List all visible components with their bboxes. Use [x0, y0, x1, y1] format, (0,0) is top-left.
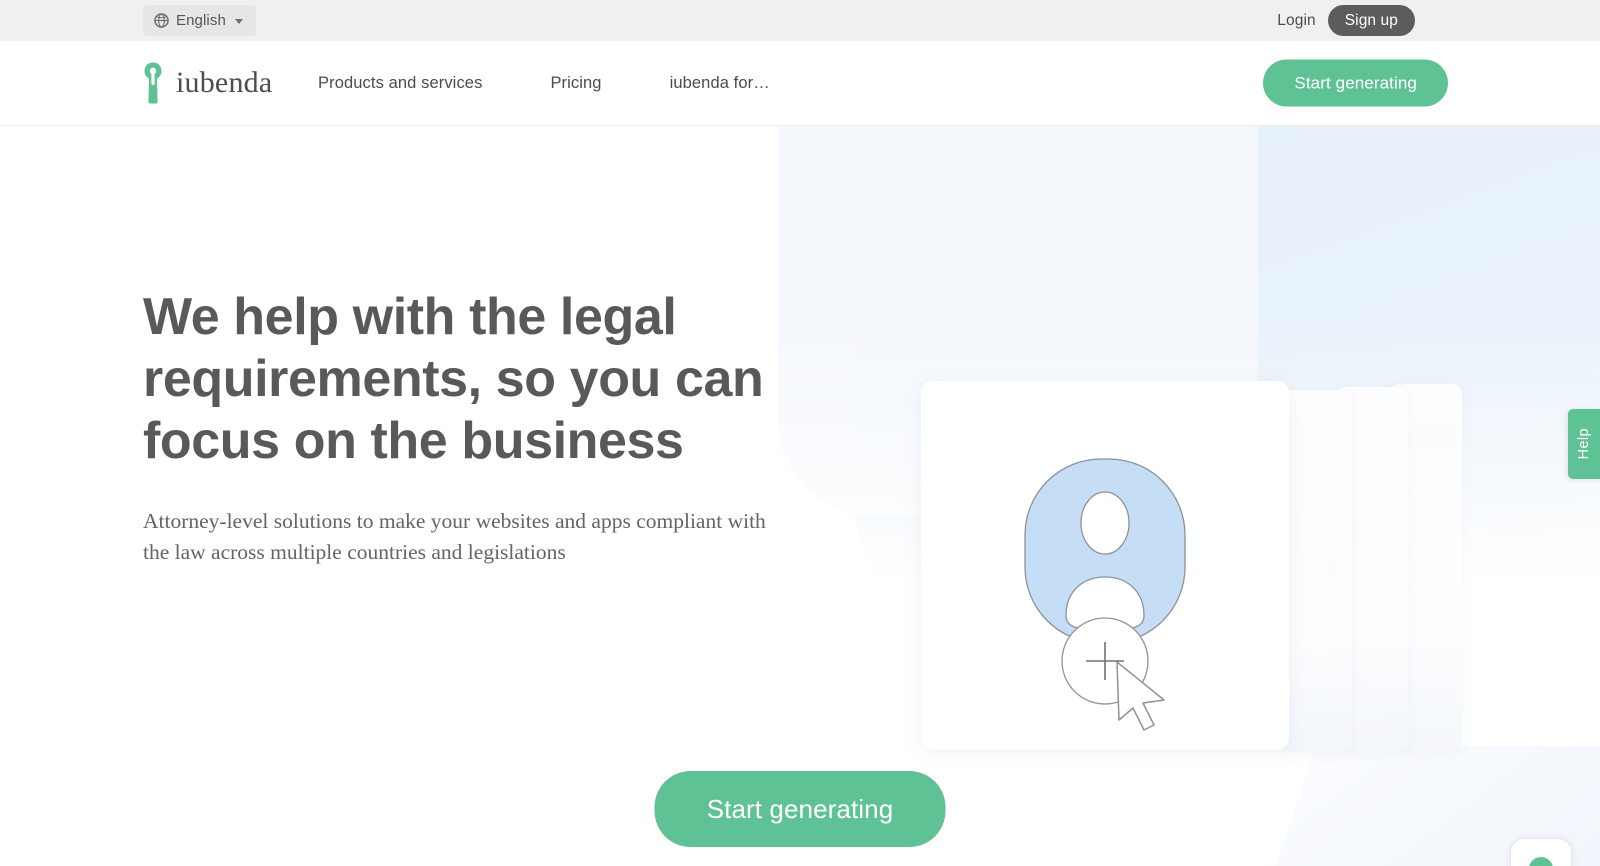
- page-sheet: [1280, 390, 1352, 752]
- help-tab[interactable]: Help: [1568, 409, 1600, 479]
- help-tab-label: Help: [1576, 428, 1592, 460]
- hero-start-generating-button[interactable]: Start generating: [654, 771, 946, 847]
- top-utility-bar: English Login Sign up: [0, 0, 1600, 41]
- add-user-card-illustration: [921, 381, 1289, 749]
- header-start-generating-button[interactable]: Start generating: [1263, 59, 1448, 107]
- globe-icon: [154, 13, 169, 28]
- site-header: iubenda Products and services Pricing iu…: [0, 41, 1600, 126]
- main-navigation: Products and services Pricing iubenda fo…: [318, 41, 838, 126]
- topbar-account-actions: Login Sign up: [1277, 0, 1415, 41]
- nav-item-iubenda-for[interactable]: iubenda for…: [670, 74, 770, 93]
- card-illustration-art: [1024, 458, 1186, 731]
- logo[interactable]: iubenda: [143, 61, 272, 105]
- hero-subtitle: Attorney-level solutions to make your we…: [143, 509, 766, 564]
- chat-widget-button[interactable]: [1510, 838, 1572, 866]
- hero-copy: We help with the legal requirements, so …: [143, 286, 783, 568]
- nav-item-pricing[interactable]: Pricing: [550, 74, 601, 93]
- page-title: We help with the legal requirements, so …: [143, 288, 764, 470]
- hero-section: We help with the legal requirements, so …: [0, 126, 1600, 866]
- logo-wordmark: iubenda: [176, 66, 273, 99]
- chat-bubble-icon: [1529, 857, 1553, 866]
- language-selector[interactable]: English: [143, 5, 256, 36]
- chevron-down-icon: [234, 19, 243, 24]
- login-link[interactable]: Login: [1277, 12, 1315, 30]
- nav-item-products-and-services[interactable]: Products and services: [318, 74, 482, 93]
- signup-button[interactable]: Sign up: [1327, 5, 1415, 36]
- keyhole-logo-icon: [144, 62, 162, 104]
- language-label: English: [176, 12, 226, 29]
